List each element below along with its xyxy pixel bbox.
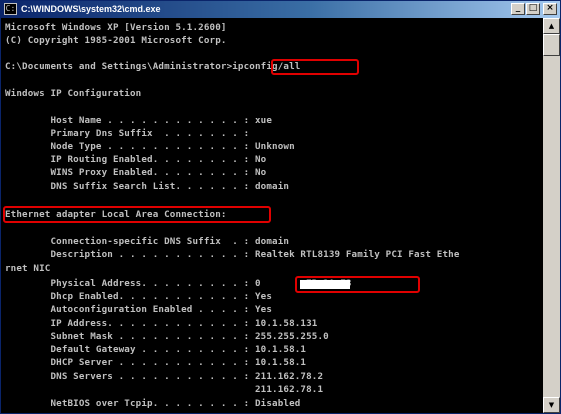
console-line: NetBIOS over Tcpip. . . . . . . . : Disa… — [5, 398, 301, 409]
console-line: Connection-specific DNS Suffix . : domai… — [5, 236, 290, 247]
console-line: 211.162.78.1 — [5, 384, 324, 395]
console-line: DNS Suffix Search List. . . . . . : doma… — [5, 181, 290, 192]
console-line: Subnet Mask . . . . . . . . . . . : 255.… — [5, 331, 329, 342]
console-line: Autoconfiguration Enabled . . . . : Yes — [5, 304, 273, 315]
console-line: DNS Servers . . . . . . . . . . . : 211.… — [5, 371, 324, 382]
console-line: rnet NIC — [5, 263, 51, 274]
console-line: Node Type . . . . . . . . . . . . : Unkn… — [5, 141, 295, 152]
console-line: DHCP Server . . . . . . . . . . . : 10.1… — [5, 357, 307, 368]
console-line: Host Name . . . . . . . . . . . . : xue — [5, 115, 273, 126]
console-line: (C) Copyright 1985-2001 Microsoft Corp. — [5, 35, 227, 46]
vertical-scrollbar[interactable]: ▲ ▼ — [543, 18, 560, 413]
window-title: C:\WINDOWS\system32\cmd.exe — [21, 4, 161, 14]
scroll-down-arrow-icon[interactable]: ▼ — [543, 397, 560, 413]
console-line: Default Gateway . . . . . . . . . : 10.1… — [5, 344, 307, 355]
scroll-up-arrow-icon[interactable]: ▲ — [543, 18, 560, 34]
section-header-ip-configuration: Windows IP Configuration — [5, 88, 142, 99]
close-button[interactable]: × — [543, 3, 557, 15]
console-output[interactable]: Microsoft Windows XP [Version 5.1.2600] … — [1, 18, 543, 413]
console-line: Primary Dns Suffix . . . . . . . : — [5, 128, 250, 139]
console-line: Dhcp Enabled. . . . . . . . . . . : Yes — [5, 291, 273, 302]
mac-redaction-block — [300, 280, 350, 289]
cmd-console-icon: C: — [4, 3, 17, 15]
console-line: WINS Proxy Enabled. . . . . . . . : No — [5, 167, 267, 178]
minimize-button[interactable]: _ — [511, 3, 525, 15]
maximize-button[interactable]: □ — [526, 3, 540, 15]
console-line: Microsoft Windows XP [Version 5.1.2600] — [5, 22, 227, 33]
title-bar[interactable]: C: C:\WINDOWS\system32\cmd.exe _ □ × — [1, 1, 560, 18]
console-line: Description . . . . . . . . . . . : Real… — [5, 249, 460, 260]
console-line: IP Routing Enabled. . . . . . . . : No — [5, 154, 267, 165]
command-prompt-line[interactable]: C:\Documents and Settings\Administrator>… — [5, 60, 300, 73]
console-line: IP Address. . . . . . . . . . . . : 10.1… — [5, 318, 318, 329]
cmd-window: C: C:\WINDOWS\system32\cmd.exe _ □ × Mic… — [0, 0, 561, 414]
section-header-ethernet-adapter: Ethernet adapter Local Area Connection: — [5, 209, 227, 220]
scrollbar-thumb[interactable] — [543, 34, 560, 56]
